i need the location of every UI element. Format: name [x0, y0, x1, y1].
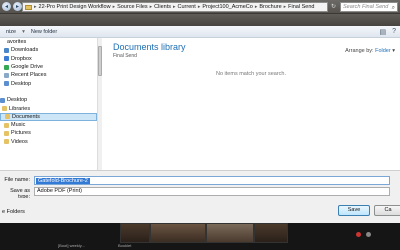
nav-item-desktop[interactable]: Desktop: [0, 96, 97, 104]
breadcrumb-item[interactable]: Brochure: [259, 4, 281, 10]
nav-item-favorites[interactable]: avorites: [0, 38, 97, 46]
nav-item-label: Documents: [12, 113, 40, 120]
taskbar-thumbnail[interactable]: [206, 223, 254, 243]
nav-item-label: Dropbox: [11, 55, 32, 62]
taskbar-thumbnail[interactable]: [120, 223, 150, 243]
chevron-right-icon: ▸: [112, 4, 116, 10]
nav-item-music[interactable]: Music: [0, 121, 97, 129]
dialog-footer: e Folders Save Ca: [0, 198, 400, 223]
breadcrumb-item[interactable]: Source Files: [117, 4, 148, 10]
arrange-by: Arrange by: Folder ▾: [345, 48, 395, 54]
nav-item-label: Downloads: [11, 47, 39, 54]
cancel-button[interactable]: Ca: [374, 205, 400, 216]
nav-item-libraries[interactable]: Libraries: [0, 104, 97, 112]
nav-item-google-drive[interactable]: Google Drive: [0, 63, 97, 71]
app-icon[interactable]: [356, 232, 361, 237]
arrange-by-dropdown[interactable]: Folder: [375, 48, 391, 54]
taskbar-label: Booklet: [118, 243, 132, 248]
breadcrumb-item[interactable]: Final Send: [288, 4, 314, 10]
organize-button[interactable]: nize: [6, 29, 16, 35]
chevron-down-icon: ▾: [22, 28, 25, 35]
navigation-pane: avorites Downloads Dropbox Google Drive …: [0, 38, 97, 170]
nav-item-label: Recent Places: [11, 72, 47, 79]
dropbox-icon: [4, 56, 9, 62]
forward-arrow-icon: ▸: [15, 3, 19, 10]
empty-message: No items match your search.: [216, 71, 286, 77]
nav-item-recent-places[interactable]: Recent Places: [0, 71, 97, 79]
desktop-icon: [0, 97, 5, 103]
forward-button[interactable]: ▸: [13, 2, 22, 11]
desktop-icon: [4, 81, 9, 87]
command-toolbar: nize ▾ New folder ▤ ?: [0, 26, 400, 38]
search-placeholder: Search Final Send: [343, 4, 389, 10]
back-arrow-icon: ◂: [4, 3, 8, 10]
breadcrumb-item[interactable]: Clients: [154, 4, 171, 10]
nav-item-label: Google Drive: [11, 64, 44, 71]
taskbar-label: [Boot] weekly...: [58, 243, 85, 248]
pictures-icon: [4, 130, 9, 136]
file-list-pane[interactable]: Documents library Final Send Arrange by:…: [102, 38, 400, 170]
chevron-right-icon: ▸: [197, 4, 201, 10]
downloads-icon: [4, 47, 9, 53]
chevron-right-icon: ▸: [172, 4, 176, 10]
save-fields: File name: Gatefold-Brochure-2 Save as t…: [0, 170, 400, 200]
chevron-down-icon[interactable]: ▾: [392, 48, 395, 54]
nav-item-label: Videos: [11, 138, 28, 145]
nav-item-documents[interactable]: Documents: [0, 112, 97, 121]
nav-item-label: Desktop: [11, 80, 32, 87]
breadcrumb[interactable]: ▸ 22-Pro Print Design Workflow ▸ Source …: [22, 2, 328, 12]
search-input[interactable]: Search Final Send ⌕: [340, 2, 398, 12]
library-subtitle: Final Send: [113, 53, 137, 59]
chevron-right-icon: ▸: [283, 4, 287, 10]
folder-icon: [25, 4, 32, 10]
arrange-by-label: Arrange by:: [345, 48, 374, 54]
breadcrumb-item[interactable]: 22-Pro Print Design Workflow: [39, 4, 111, 10]
nav-item-downloads[interactable]: Downloads: [0, 46, 97, 54]
help-icon[interactable]: ?: [392, 28, 396, 36]
videos-icon: [4, 139, 9, 145]
favorites-icon: [0, 40, 5, 45]
nav-item-label: Music: [11, 122, 26, 129]
hide-folders-button[interactable]: e Folders: [2, 209, 25, 215]
nav-item-pictures[interactable]: Pictures: [0, 129, 97, 137]
filename-input[interactable]: Gatefold-Brochure-2: [34, 176, 390, 185]
taskbar: [Boot] weekly... Booklet: [0, 223, 400, 250]
breadcrumb-item[interactable]: Project100_AcmeCo: [202, 4, 252, 10]
libraries-icon: [2, 106, 7, 112]
nav-item-label: avorites: [7, 39, 27, 46]
nav-item-videos[interactable]: Videos: [0, 138, 97, 146]
breadcrumb-item[interactable]: Current: [178, 4, 196, 10]
save-button[interactable]: Save: [338, 205, 370, 216]
filename-value[interactable]: Gatefold-Brochure-2: [36, 178, 90, 184]
window-frame: [0, 14, 400, 26]
nav-item-label: Desktop: [7, 97, 28, 104]
taskbar-thumbnail[interactable]: [150, 223, 206, 243]
search-icon[interactable]: ⌕: [392, 4, 395, 12]
toolbar-right: ▤ ?: [379, 28, 396, 36]
nav-item-label: Pictures: [11, 130, 31, 137]
view-options-icon[interactable]: ▤: [379, 28, 386, 36]
chevron-right-icon: ▸: [149, 4, 153, 10]
save-type-select[interactable]: Adobe PDF (Print): [34, 187, 390, 196]
new-folder-button[interactable]: New folder: [31, 29, 57, 35]
music-icon: [4, 122, 9, 128]
documents-icon: [5, 114, 10, 120]
filename-label: File name:: [4, 177, 30, 183]
refresh-icon[interactable]: ↻: [331, 3, 336, 10]
nav-item-label: Libraries: [9, 105, 31, 112]
address-bar: ◂ ▸ ▸ 22-Pro Print Design Workflow ▸ Sou…: [0, 0, 400, 14]
chevron-right-icon: ▸: [254, 4, 258, 10]
google-drive-icon: [4, 64, 9, 70]
recent-places-icon: [4, 72, 9, 78]
app-icon[interactable]: [366, 232, 371, 237]
back-button[interactable]: ◂: [2, 2, 11, 11]
library-title: Documents library: [113, 42, 186, 52]
nav-item-desktop-fav[interactable]: Desktop: [0, 79, 97, 87]
chevron-right-icon: ▸: [34, 4, 37, 10]
taskbar-thumbnail[interactable]: [254, 223, 288, 243]
nav-item-dropbox[interactable]: Dropbox: [0, 55, 97, 63]
